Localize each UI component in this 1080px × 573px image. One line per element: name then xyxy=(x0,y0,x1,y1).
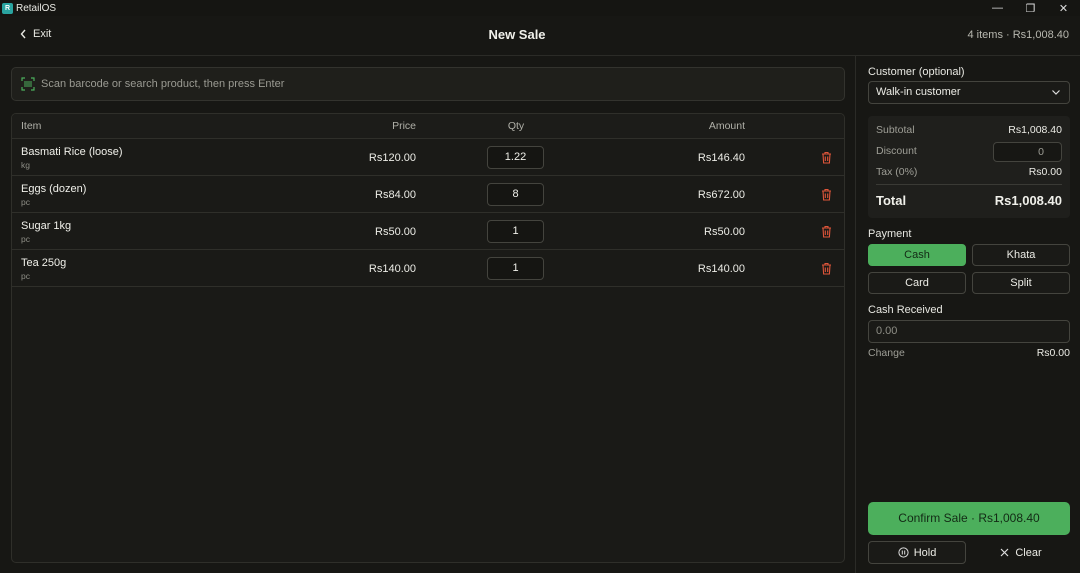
item-price: Rs120.00 xyxy=(368,152,416,164)
cash-received-label: Cash Received xyxy=(868,304,943,316)
trash-icon[interactable] xyxy=(821,262,832,275)
page-header: Exit New Sale 4 items · Rs1,008.40 xyxy=(0,16,1080,56)
payment-split-button[interactable]: Split xyxy=(972,272,1070,294)
trash-icon[interactable] xyxy=(821,188,832,201)
qty-input[interactable]: 1.22 xyxy=(487,146,544,169)
qty-input[interactable]: 8 xyxy=(487,183,544,206)
table-row: Basmati Rice (loose) kg Rs120.00 1.22 Rs… xyxy=(12,139,844,176)
column-item: Item xyxy=(21,120,42,132)
pause-icon xyxy=(898,547,909,558)
item-name: Basmati Rice (loose) xyxy=(21,146,123,158)
app-name: RetailOS xyxy=(16,2,57,14)
table-row: Eggs (dozen) pc Rs84.00 8 Rs672.00 xyxy=(12,176,844,213)
chevron-down-icon xyxy=(1052,90,1060,95)
sale-summary: 4 items · Rs1,008.40 xyxy=(967,29,1070,41)
payment-cash-button[interactable]: Cash xyxy=(868,244,966,266)
column-price: Price xyxy=(392,120,416,132)
tax-label: Tax (0%) xyxy=(876,166,918,178)
checkout-panel: Customer (optional) Walk-in customer Sub… xyxy=(855,56,1080,573)
totals-divider xyxy=(876,184,1062,185)
close-window-button[interactable]: ✕ xyxy=(1047,0,1080,16)
clear-label: Clear xyxy=(1015,546,1042,559)
item-unit: kg xyxy=(21,160,30,170)
item-amount: Rs146.40 xyxy=(697,152,745,164)
total-value: Rs1,008.40 xyxy=(994,193,1062,208)
subtotal-value: Rs1,008.40 xyxy=(1008,124,1062,136)
table-row: Tea 250g pc Rs140.00 1 Rs140.00 xyxy=(12,250,844,287)
item-name: Tea 250g xyxy=(21,257,67,269)
change-value: Rs0.00 xyxy=(1036,347,1070,359)
payment-khata-button[interactable]: Khata xyxy=(972,244,1070,266)
discount-label: Discount xyxy=(876,145,917,157)
confirm-sale-button[interactable]: Confirm Sale · Rs1,008.40 xyxy=(868,502,1070,535)
item-unit: pc xyxy=(21,197,30,207)
column-amount: Amount xyxy=(708,120,745,132)
total-label: Total xyxy=(876,193,907,208)
item-name: Eggs (dozen) xyxy=(21,183,87,195)
trash-icon[interactable] xyxy=(821,151,832,164)
table-header: Item Price Qty Amount xyxy=(12,114,844,139)
cash-received-input[interactable]: 0.00 xyxy=(868,320,1070,343)
cart-table: Item Price Qty Amount Basmati Rice (loos… xyxy=(11,113,845,563)
item-price: Rs140.00 xyxy=(368,263,416,275)
customer-selected: Walk-in customer xyxy=(876,86,961,98)
item-price: Rs50.00 xyxy=(375,226,416,238)
item-amount: Rs50.00 xyxy=(704,226,745,238)
trash-icon[interactable] xyxy=(821,225,832,238)
item-price: Rs84.00 xyxy=(375,189,416,201)
minimize-button[interactable]: — xyxy=(981,0,1014,16)
payment-label: Payment xyxy=(868,228,912,240)
change-label: Change xyxy=(868,347,905,359)
hold-button[interactable]: Hold xyxy=(868,541,966,564)
qty-input[interactable]: 1 xyxy=(487,220,544,243)
totals-summary: Subtotal Rs1,008.40 Discount 0 Tax (0%) … xyxy=(868,116,1070,218)
search-input[interactable] xyxy=(41,78,844,90)
window-titlebar: R RetailOS — ❐ ✕ xyxy=(0,0,1080,16)
item-amount: Rs672.00 xyxy=(697,189,745,201)
product-search[interactable] xyxy=(11,67,845,101)
tax-value: Rs0.00 xyxy=(1028,166,1062,178)
page-title: New Sale xyxy=(488,27,546,42)
item-unit: pc xyxy=(21,234,30,244)
discount-input[interactable]: 0 xyxy=(993,142,1062,162)
subtotal-label: Subtotal xyxy=(876,124,915,136)
restore-button[interactable]: ❐ xyxy=(1014,0,1047,16)
customer-select[interactable]: Walk-in customer xyxy=(868,81,1070,104)
payment-card-button[interactable]: Card xyxy=(868,272,966,294)
window-controls: — ❐ ✕ xyxy=(981,0,1080,16)
item-unit: pc xyxy=(21,271,30,281)
app-logo: R xyxy=(2,2,13,14)
item-name: Sugar 1kg xyxy=(21,220,72,232)
hold-label: Hold xyxy=(913,546,937,559)
qty-input[interactable]: 1 xyxy=(487,257,544,280)
item-amount: Rs140.00 xyxy=(697,263,745,275)
customer-label: Customer (optional) xyxy=(868,66,965,78)
table-row: Sugar 1kg pc Rs50.00 1 Rs50.00 xyxy=(12,213,844,250)
close-icon xyxy=(1000,548,1009,557)
clear-button[interactable]: Clear xyxy=(972,541,1070,564)
barcode-scan-icon xyxy=(21,77,35,91)
column-qty: Qty xyxy=(507,120,525,132)
